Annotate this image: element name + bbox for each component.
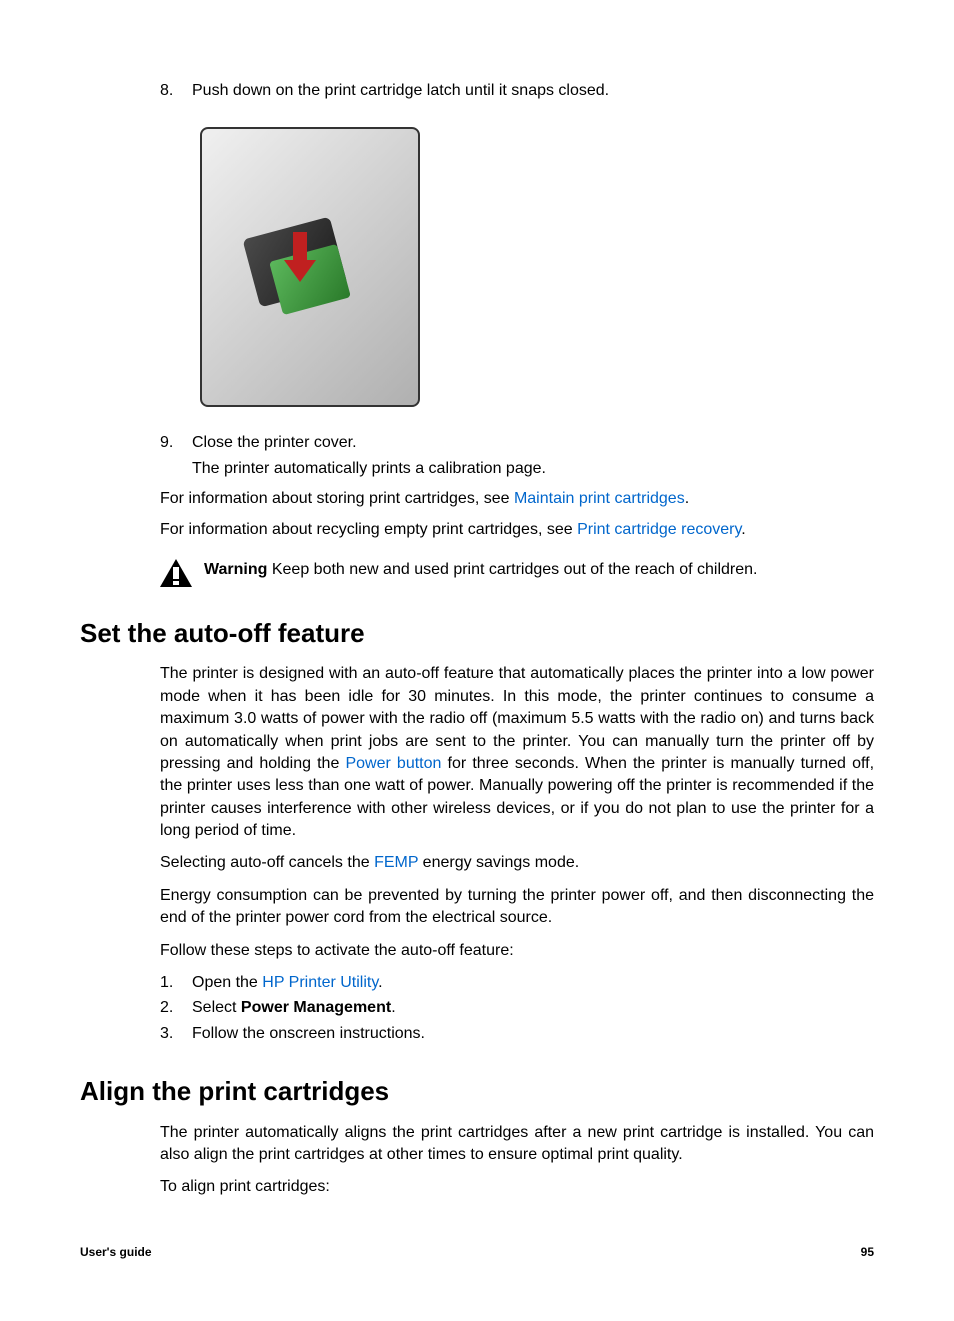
warning-label: Warning — [204, 561, 267, 578]
auto-off-description: The printer is designed with an auto-off… — [160, 663, 874, 842]
activate-instruction: Follow these steps to activate the auto-… — [160, 940, 874, 962]
power-button-link[interactable]: Power button — [345, 755, 441, 772]
warning-icon — [160, 559, 192, 587]
cartridge-recovery-link[interactable]: Print cartridge recovery — [577, 521, 741, 538]
heading-align-cartridges: Align the print cartridges — [80, 1073, 874, 1109]
step-number: 9. — [160, 434, 173, 451]
step-8: 8. Push down on the print cartridge latc… — [160, 80, 874, 102]
page-footer: User's guide 95 — [80, 1244, 874, 1261]
heading-auto-off: Set the auto-off feature — [80, 615, 874, 651]
page-number: 95 — [861, 1244, 874, 1261]
step-number: 8. — [160, 82, 173, 99]
step-text: Push down on the print cartridge latch u… — [192, 82, 609, 99]
power-management-label: Power Management — [241, 999, 391, 1016]
storing-info-paragraph: For information about storing print cart… — [160, 488, 874, 510]
energy-paragraph: Energy consumption can be prevented by t… — [160, 885, 874, 930]
step-text: Follow the onscreen instructions. — [192, 1025, 425, 1042]
align-description: The printer automatically aligns the pri… — [160, 1122, 874, 1167]
step-number: 3. — [160, 1025, 173, 1042]
footer-title: User's guide — [80, 1244, 152, 1261]
auto-off-step-1: 1. Open the HP Printer Utility. — [160, 972, 874, 994]
warning-message: Keep both new and used print cartridges … — [267, 561, 757, 578]
hp-printer-utility-link[interactable]: HP Printer Utility — [262, 974, 378, 991]
warning-callout: Warning Keep both new and used print car… — [160, 559, 874, 587]
step-9: 9. Close the printer cover. — [160, 432, 874, 454]
step-text: Close the printer cover. — [192, 434, 357, 451]
align-instruction: To align print cartridges: — [160, 1176, 874, 1198]
auto-off-step-3: 3. Follow the onscreen instructions. — [160, 1023, 874, 1045]
step-number: 1. — [160, 974, 173, 991]
cartridge-latch-illustration — [200, 127, 420, 407]
auto-off-step-2: 2. Select Power Management. — [160, 997, 874, 1019]
femp-link[interactable]: FEMP — [374, 854, 418, 871]
step-number: 2. — [160, 999, 173, 1016]
femp-paragraph: Selecting auto-off cancels the FEMP ener… — [160, 852, 874, 874]
step-subtext: The printer automatically prints a calib… — [192, 460, 546, 477]
recycling-info-paragraph: For information about recycling empty pr… — [160, 519, 874, 541]
maintain-cartridges-link[interactable]: Maintain print cartridges — [514, 490, 685, 507]
